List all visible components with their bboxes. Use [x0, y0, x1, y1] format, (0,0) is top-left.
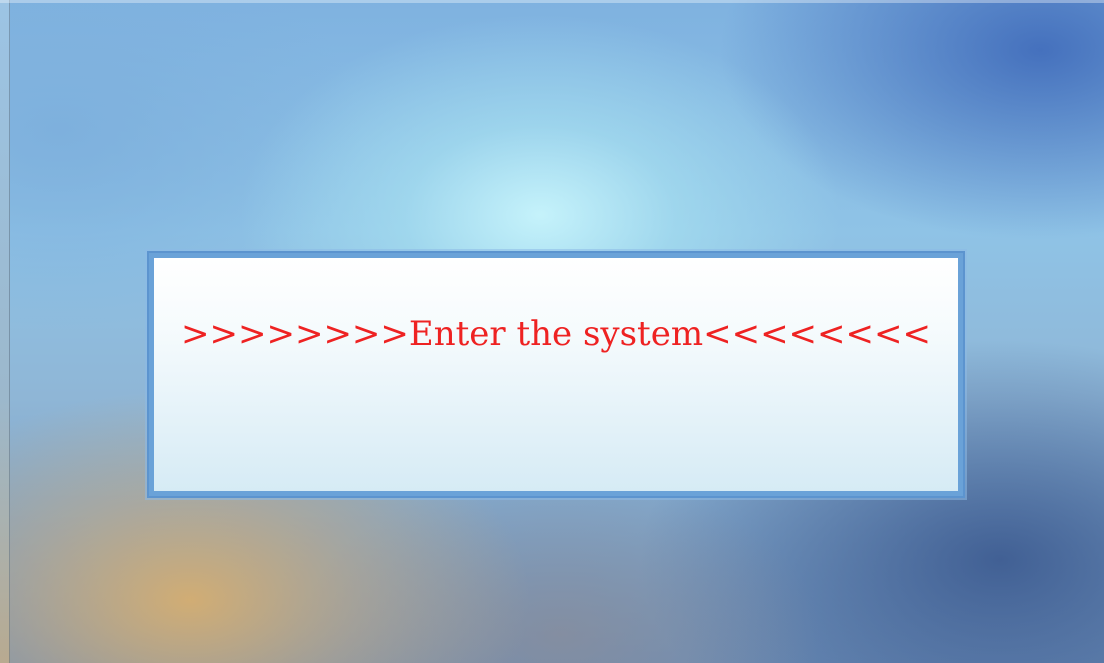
enter-system-message[interactable]: >>>>>>>>Enter the system<<<<<<<<: [154, 314, 958, 354]
enter-system-panel-body[interactable]: >>>>>>>>Enter the system<<<<<<<<: [154, 258, 958, 491]
desktop-background: >>>>>>>>Enter the system<<<<<<<<: [0, 0, 1104, 663]
enter-system-panel[interactable]: >>>>>>>>Enter the system<<<<<<<<: [147, 251, 965, 498]
